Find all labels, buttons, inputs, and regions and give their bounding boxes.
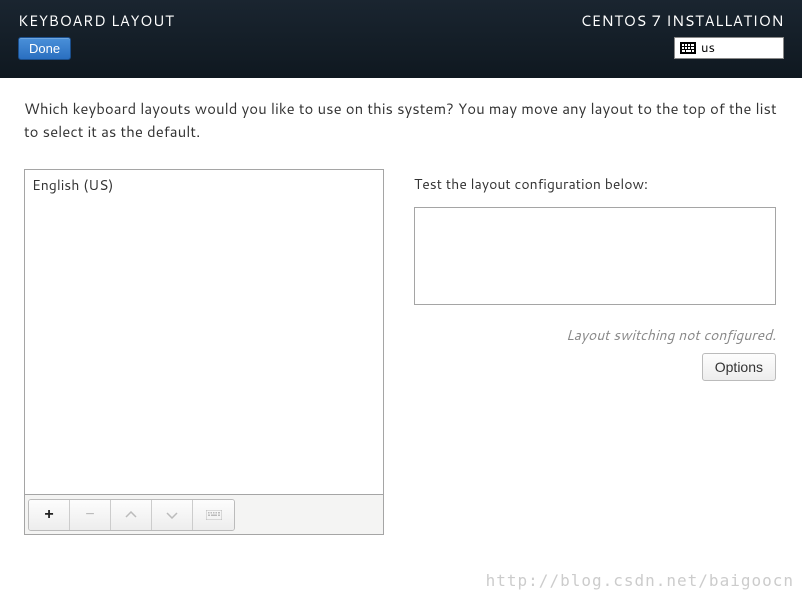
test-input[interactable]: [414, 207, 776, 305]
installer-header: KEYBOARD LAYOUT Done CENTOS 7 INSTALLATI…: [0, 0, 802, 78]
watermark-text: http://blog.csdn.net/baigoocn: [486, 571, 794, 590]
preview-layout-button[interactable]: [193, 500, 234, 530]
keyboard-indicator[interactable]: us: [674, 37, 784, 59]
move-up-button[interactable]: [111, 500, 152, 530]
keyboard-preview-icon: [206, 510, 222, 520]
content-area: Which keyboard layouts would you like to…: [0, 78, 802, 555]
remove-layout-button[interactable]: −: [70, 500, 111, 530]
options-button[interactable]: Options: [702, 353, 776, 381]
plus-icon: +: [44, 506, 53, 524]
header-right: CENTOS 7 INSTALLATION us: [581, 10, 784, 60]
options-row: Options: [414, 353, 776, 381]
installer-subtitle: CENTOS 7 INSTALLATION: [581, 10, 784, 31]
move-down-button[interactable]: [152, 500, 193, 530]
chevron-up-icon: [125, 511, 137, 519]
done-button[interactable]: Done: [18, 37, 71, 60]
switch-status: Layout switching not configured.: [414, 325, 776, 345]
minus-icon: −: [85, 506, 94, 524]
test-column: Test the layout configuration below: Lay…: [414, 169, 776, 535]
add-layout-button[interactable]: +: [29, 500, 70, 530]
chevron-down-icon: [166, 511, 178, 519]
columns: English (US) + −: [24, 169, 778, 535]
keyboard-indicator-label: us: [701, 39, 715, 57]
layout-toolbar: + −: [24, 495, 384, 535]
layout-list[interactable]: English (US): [24, 169, 384, 495]
layout-item[interactable]: English (US): [25, 170, 383, 200]
layouts-column: English (US) + −: [24, 169, 384, 535]
keyboard-icon: [680, 42, 696, 54]
description-text: Which keyboard layouts would you like to…: [24, 98, 778, 143]
test-label: Test the layout configuration below:: [414, 169, 776, 194]
toolbar-group: + −: [28, 499, 235, 531]
